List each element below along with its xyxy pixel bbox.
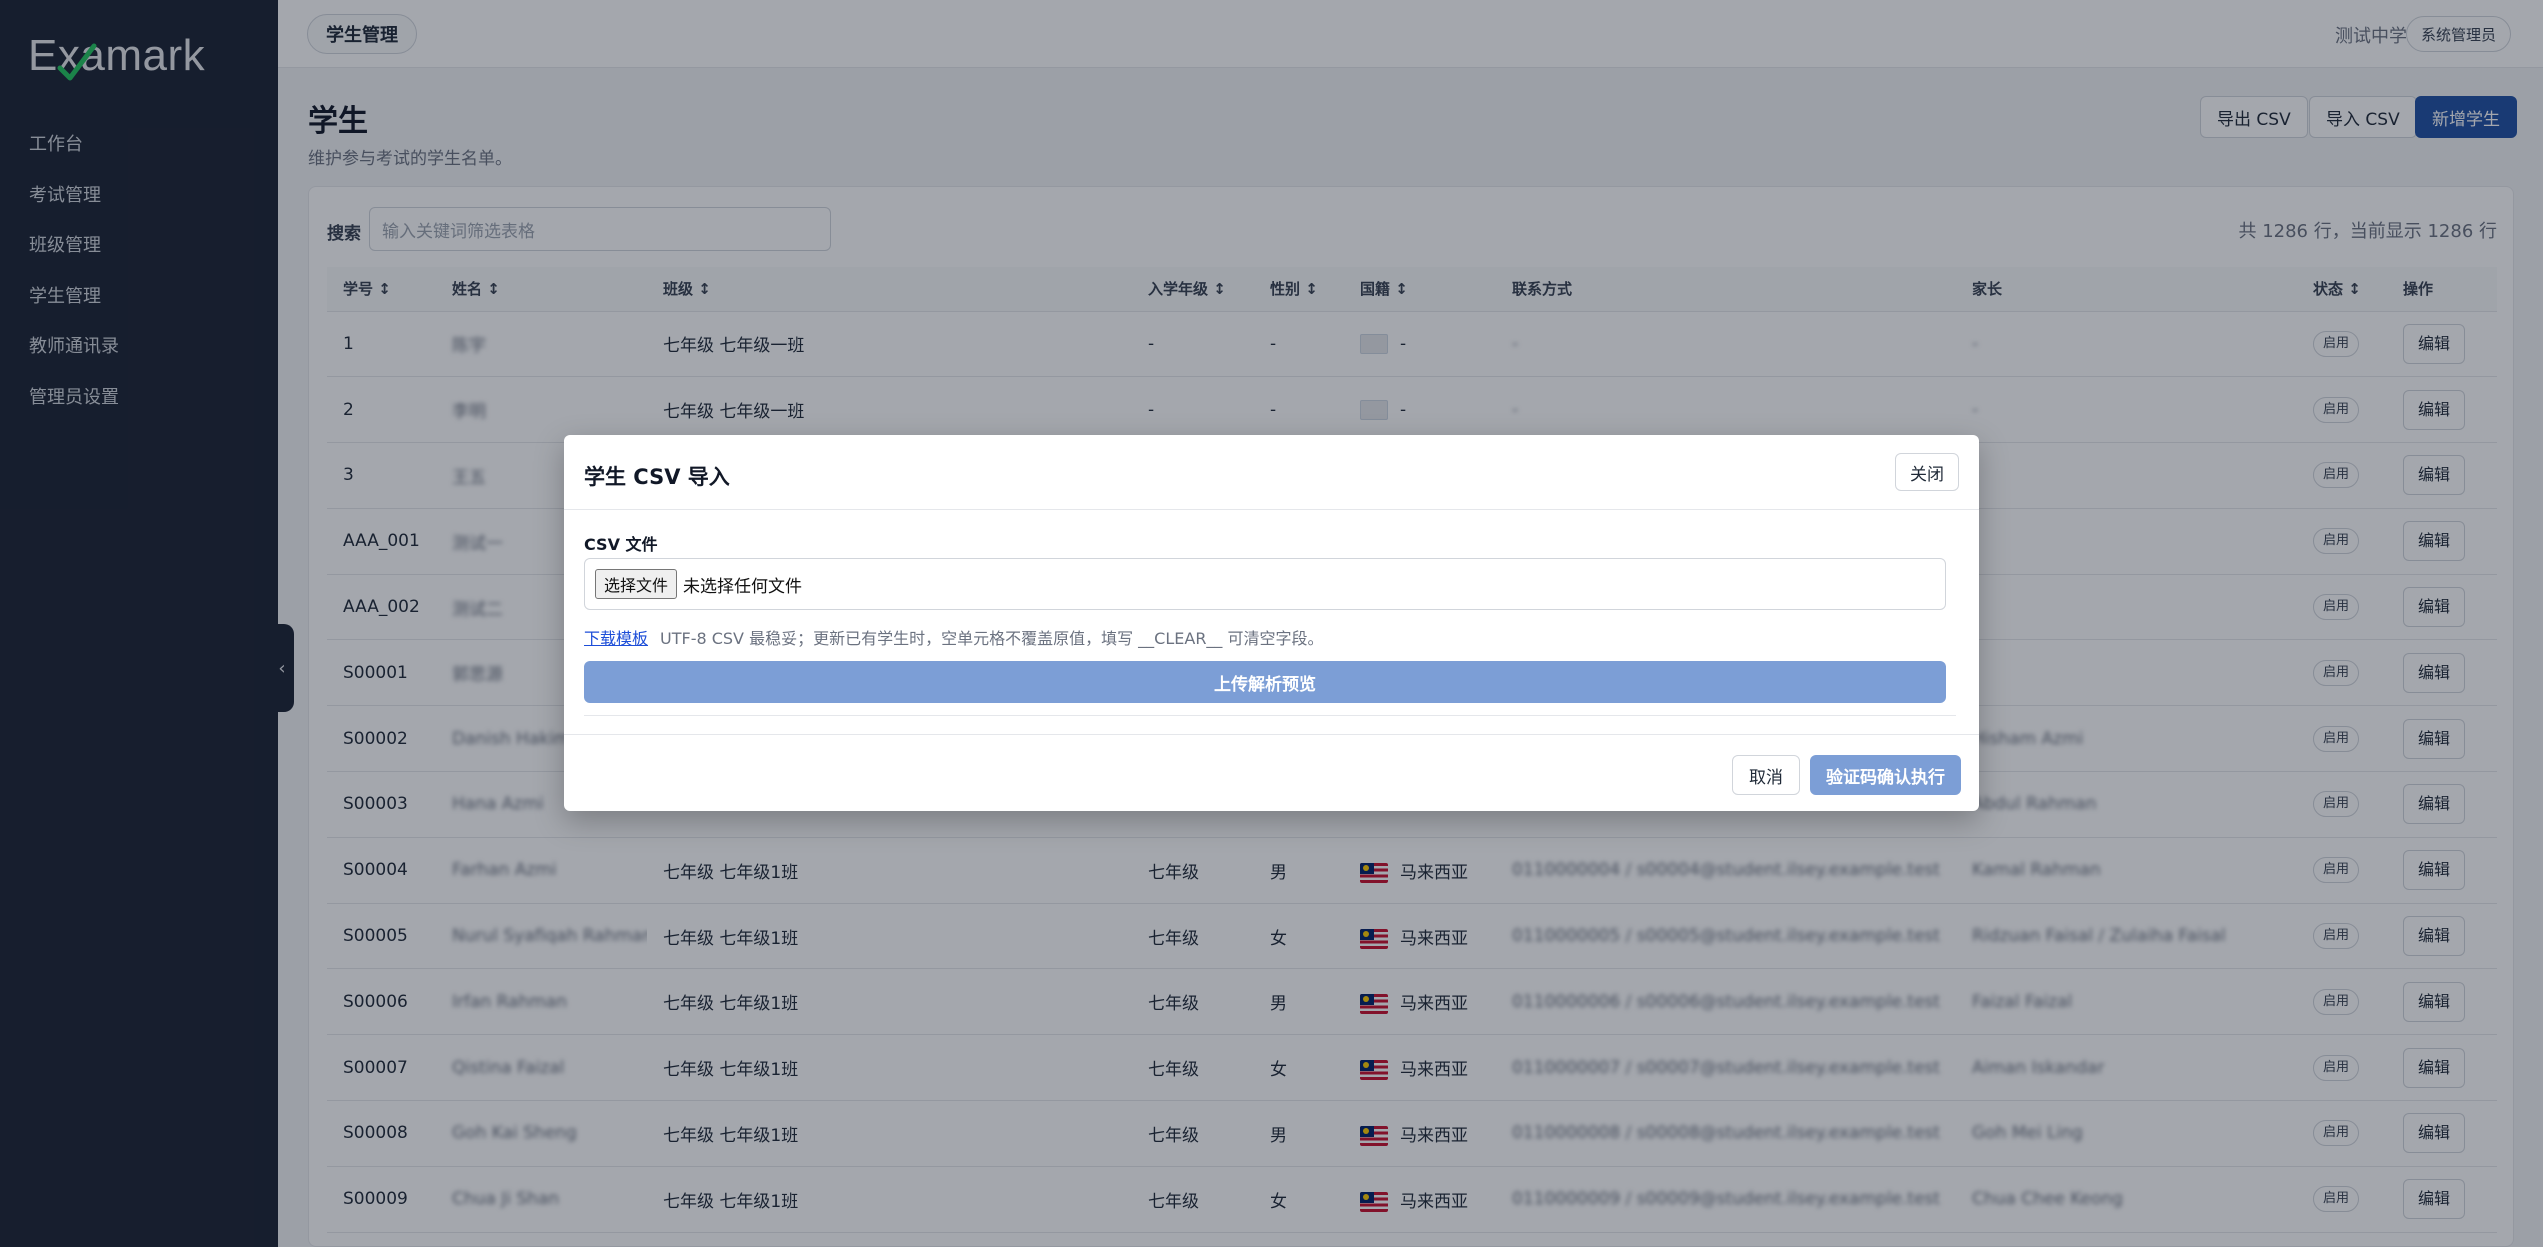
choose-file-button[interactable]: 选择文件 [595,569,678,599]
csv-file-label: CSV 文件 [584,535,658,554]
divider [584,715,1956,716]
download-template-link[interactable]: 下载模板 [584,625,648,649]
modal-close-button[interactable]: 关闭 [1895,453,1959,491]
no-file-text: 未选择任何文件 [683,576,803,597]
confirm-execute-button[interactable]: 验证码确认执行 [1810,755,1961,795]
csv-import-modal: 学生 CSV 导入 关闭 CSV 文件 选择文件 未选择任何文件 下载模板 UT… [564,435,1979,811]
divider [564,734,1979,735]
csv-file-input[interactable]: 选择文件 未选择任何文件 [584,558,1946,610]
cancel-button[interactable]: 取消 [1732,755,1800,795]
upload-preview-button[interactable]: 上传解析预览 [584,661,1946,703]
modal-title: 学生 CSV 导入 [584,465,730,489]
template-hint: UTF-8 CSV 最稳妥；更新已有学生时，空单元格不覆盖原值，填写 __CLE… [660,629,1324,648]
divider [564,509,1979,510]
